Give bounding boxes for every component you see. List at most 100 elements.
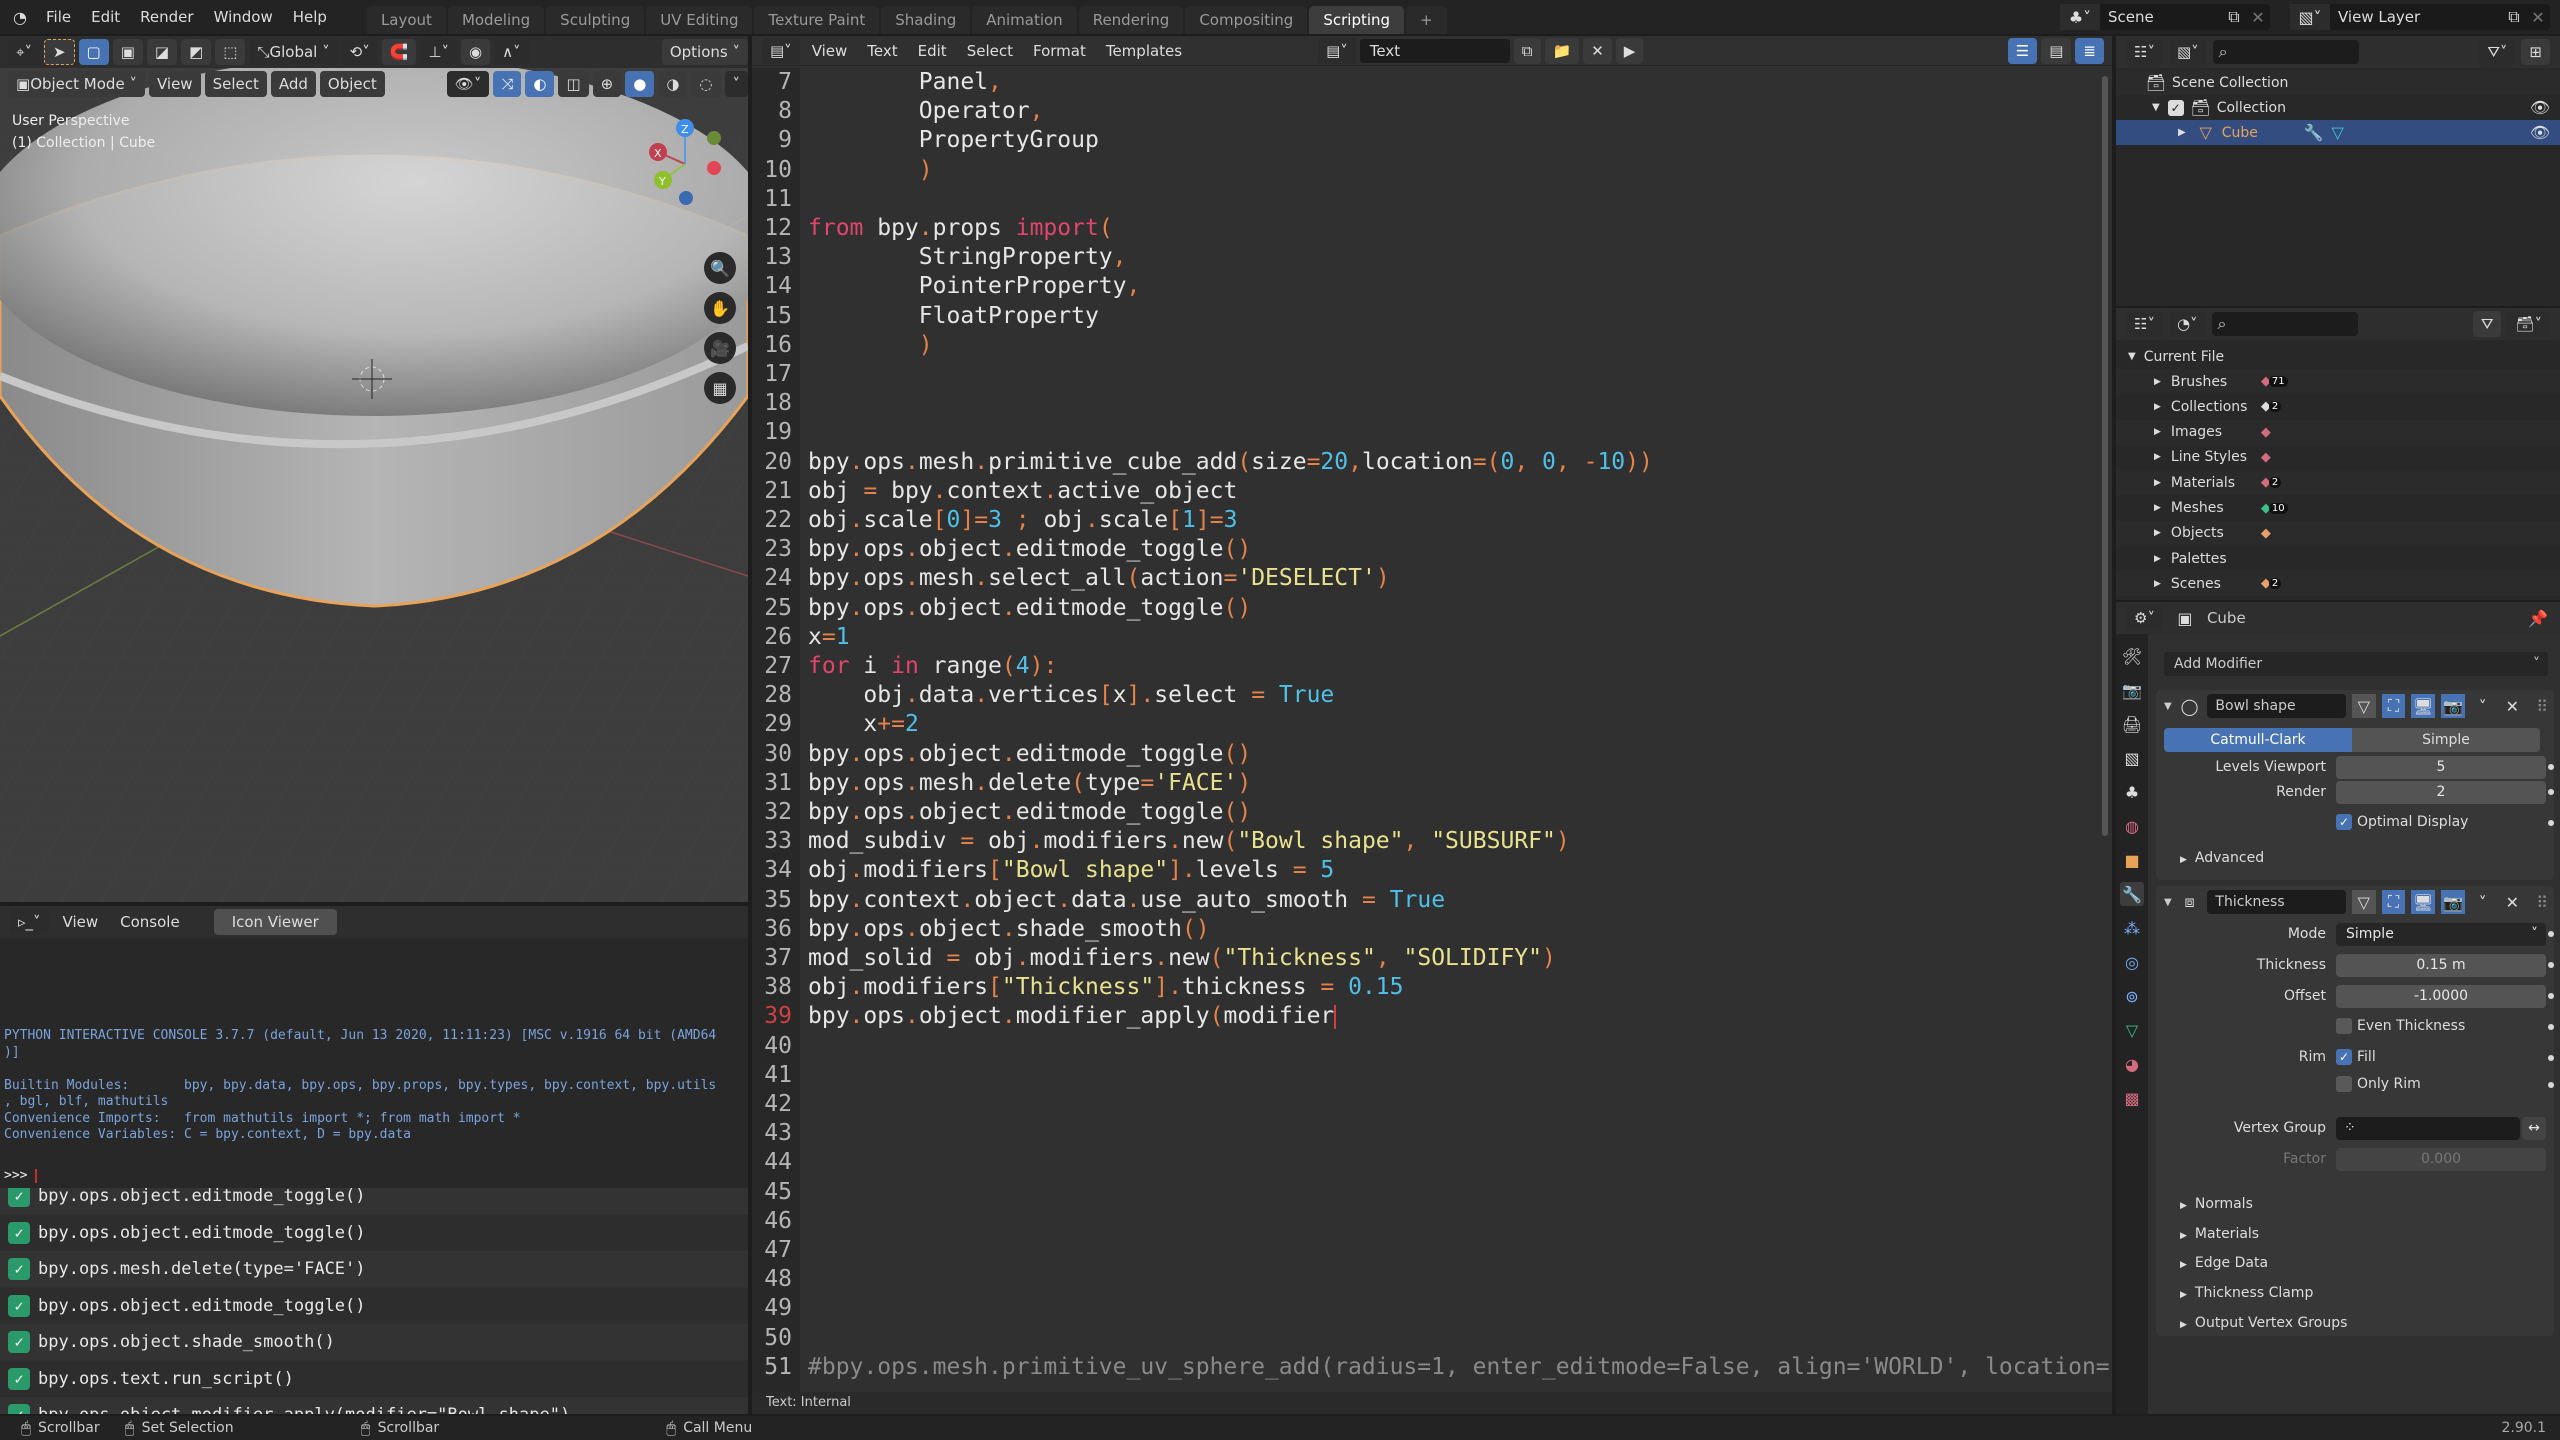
- workspace-tab-compositing[interactable]: Compositing: [1185, 6, 1308, 34]
- datablock-row[interactable]: ▶ Images ◆: [2116, 419, 2560, 445]
- offset-field[interactable]: -1.0000: [2336, 985, 2546, 1008]
- visibility-eye-icon[interactable]: 👁: [2528, 96, 2552, 120]
- proportional-falloff-dropdown[interactable]: ∧˅: [494, 39, 529, 65]
- view-layer-tab-icon[interactable]: ▧: [2120, 746, 2144, 770]
- shading-options-dropdown[interactable]: ˅: [724, 71, 748, 97]
- select-mode-extend-button[interactable]: ▣: [112, 39, 143, 65]
- text-menu-view[interactable]: View: [804, 38, 856, 64]
- viewport-toggle-icon[interactable]: 🖥: [2411, 890, 2436, 914]
- menu-edit[interactable]: Edit: [81, 0, 130, 34]
- outliner-row-scene-collection[interactable]: 🗃 Scene Collection: [2116, 70, 2560, 95]
- snap-toggle[interactable]: 🧲: [381, 39, 417, 65]
- zoom-icon[interactable]: 🔍: [704, 252, 736, 284]
- texture-tab-icon[interactable]: ▩: [2120, 1086, 2144, 1110]
- pivot-point-dropdown[interactable]: ⟲˅: [341, 39, 378, 65]
- text-menu-format[interactable]: Format: [1025, 38, 1094, 64]
- pin-icon[interactable]: 📌: [2526, 606, 2550, 630]
- code-line[interactable]: 13 StringProperty,: [752, 243, 2112, 272]
- edit-mode-toggle-icon[interactable]: ▽: [2351, 694, 2376, 718]
- code-line[interactable]: 31 bpy.ops.mesh.delete(type='FACE'): [752, 769, 2112, 798]
- outliner-row-collection[interactable]: ▼ ✓ 🗃 Collection 👁: [2116, 95, 2560, 120]
- code-line[interactable]: 8 Operator,: [752, 97, 2112, 126]
- world-tab-icon[interactable]: ◍: [2120, 814, 2144, 838]
- code-line[interactable]: 35 bpy.context.object.data.use_auto_smoot…: [752, 886, 2112, 915]
- workspace-tab-modeling[interactable]: Modeling: [447, 6, 545, 34]
- workspace-tab-rendering[interactable]: Rendering: [1078, 6, 1184, 34]
- overlay-toggle[interactable]: ◐: [525, 71, 555, 97]
- open-text-icon[interactable]: 📁: [1544, 37, 1580, 64]
- code-line[interactable]: 50: [752, 1324, 2112, 1353]
- datablock-row[interactable]: ▶ Scenes ◆ 2: [2116, 571, 2560, 597]
- expand-arrow-icon[interactable]: ▶: [2154, 427, 2161, 437]
- solidify-subpanel[interactable]: ▶ Edge Data: [2180, 1255, 2268, 1271]
- unlink-text-icon[interactable]: ✕: [1583, 37, 1612, 64]
- keyframe-dot-icon[interactable]: [2548, 1055, 2554, 1061]
- code-line[interactable]: 17: [752, 360, 2112, 389]
- keyframe-dot-icon[interactable]: [2548, 962, 2554, 968]
- select-tool-button[interactable]: ➤: [43, 39, 75, 65]
- blender-file-search-field[interactable]: ⌕: [2211, 312, 2358, 336]
- modifier-menu-chevron-icon[interactable]: ˅: [2471, 890, 2495, 914]
- code-line[interactable]: 41: [752, 1061, 2112, 1090]
- expand-arrow-icon[interactable]: ▶: [2154, 554, 2161, 564]
- code-line[interactable]: 12 from bpy.props import(: [752, 214, 2112, 243]
- physics-tab-icon[interactable]: ◎: [2120, 950, 2144, 974]
- outliner-editor-type-button[interactable]: ☷˅: [2126, 39, 2163, 65]
- solidify-subpanel[interactable]: ▶ Normals: [2180, 1196, 2253, 1212]
- code-line[interactable]: 11: [752, 185, 2112, 214]
- even-thickness-checkbox[interactable]: Even Thickness: [2336, 1018, 2465, 1034]
- code-line[interactable]: 32 bpy.ops.object.editmode_toggle(): [752, 798, 2112, 827]
- output-tab-icon[interactable]: 🖨: [2120, 712, 2144, 736]
- editor-type-button[interactable]: ▤˅: [762, 37, 800, 64]
- delete-view-layer-icon[interactable]: ✕: [2526, 5, 2550, 29]
- code-line[interactable]: 9 PropertyGroup: [752, 126, 2112, 155]
- keyframe-dot-icon[interactable]: [2548, 764, 2554, 770]
- fill-checkbox[interactable]: ✓ Fill: [2336, 1049, 2376, 1065]
- constraints-tab-icon[interactable]: ⊚: [2120, 984, 2144, 1008]
- solidify-subpanel[interactable]: ▶ Thickness Clamp: [2180, 1285, 2313, 1301]
- cage-toggle-icon[interactable]: ⛶: [2381, 890, 2406, 914]
- blender-file-filter-button[interactable]: ⛛: [2472, 311, 2502, 337]
- camera-view-icon[interactable]: 🎥: [704, 332, 736, 364]
- outliner-search-field[interactable]: ⌕: [2212, 40, 2359, 64]
- workspace-tab-layout[interactable]: Layout: [366, 6, 446, 34]
- add-modifier-dropdown[interactable]: Add Modifier ˅: [2164, 652, 2548, 676]
- info-log-row[interactable]: ✓ bpy.ops.object.modifier_apply(modifier=…: [0, 1397, 748, 1414]
- code-line[interactable]: 46: [752, 1207, 2112, 1236]
- proportional-edit-toggle[interactable]: ◉: [460, 39, 491, 65]
- code-line[interactable]: 19: [752, 418, 2112, 447]
- object-mode-dropdown[interactable]: ▣ Object Mode ˅: [8, 71, 145, 97]
- material-tab-icon[interactable]: ◕: [2120, 1052, 2144, 1076]
- code-line[interactable]: 25 bpy.ops.object.editmode_toggle(): [752, 594, 2112, 623]
- expand-arrow-icon[interactable]: ▶: [2154, 579, 2161, 589]
- advanced-subpanel[interactable]: ▶ Advanced: [2180, 850, 2264, 866]
- datablock-row[interactable]: ▶ Line Styles ◆: [2116, 445, 2560, 470]
- visibility-eye-icon[interactable]: 👁: [2528, 121, 2552, 145]
- object-tab-icon[interactable]: ■: [2120, 848, 2144, 872]
- blender-logo-icon[interactable]: ◔: [8, 5, 32, 29]
- solidify-subpanel[interactable]: ▶ Output Vertex Groups: [2180, 1315, 2347, 1331]
- blender-file-mode-dropdown[interactable]: ◔˅: [2168, 311, 2206, 337]
- code-line[interactable]: 15 FloatProperty: [752, 302, 2112, 331]
- expand-arrow-icon[interactable]: ▶: [2154, 478, 2161, 488]
- info-log-row[interactable]: ✓ bpy.ops.object.editmode_toggle(): [0, 1188, 748, 1214]
- scene-tab-icon[interactable]: ♣: [2120, 780, 2144, 804]
- code-line[interactable]: 21 obj = bpy.context.active_object: [752, 477, 2112, 506]
- code-line[interactable]: 34 obj.modifiers["Bowl shape"].levels = 5: [752, 856, 2112, 885]
- datablock-row[interactable]: ▶ Palettes: [2116, 546, 2560, 571]
- material-shading-button[interactable]: ◑: [658, 71, 688, 97]
- select-mode-invert-button[interactable]: ◩: [181, 39, 212, 65]
- console-menu-view[interactable]: View: [55, 909, 107, 935]
- datablock-row[interactable]: ▶ Collections ◆ 2: [2116, 394, 2560, 419]
- cage-toggle-icon[interactable]: ⛶: [2381, 694, 2406, 718]
- xray-toggle[interactable]: ◫: [558, 71, 589, 97]
- info-log-row[interactable]: ✓ bpy.ops.mesh.delete(type='FACE'): [0, 1251, 748, 1287]
- code-line[interactable]: 23 bpy.ops.object.editmode_toggle(): [752, 535, 2112, 564]
- code-line[interactable]: 28 obj.data.vertices[x].select = True: [752, 681, 2112, 710]
- code-line[interactable]: 20 bpy.ops.mesh.primitive_cube_add(size=2…: [752, 448, 2112, 477]
- render-toggle-icon[interactable]: 📷: [2441, 890, 2465, 914]
- workspace-tab-sculpting[interactable]: Sculpting: [546, 6, 645, 34]
- line-numbers-toggle[interactable]: ☰: [2007, 37, 2038, 64]
- drag-handle-icon[interactable]: ⠿: [2530, 890, 2554, 914]
- viewport-menu-view[interactable]: View: [148, 71, 201, 97]
